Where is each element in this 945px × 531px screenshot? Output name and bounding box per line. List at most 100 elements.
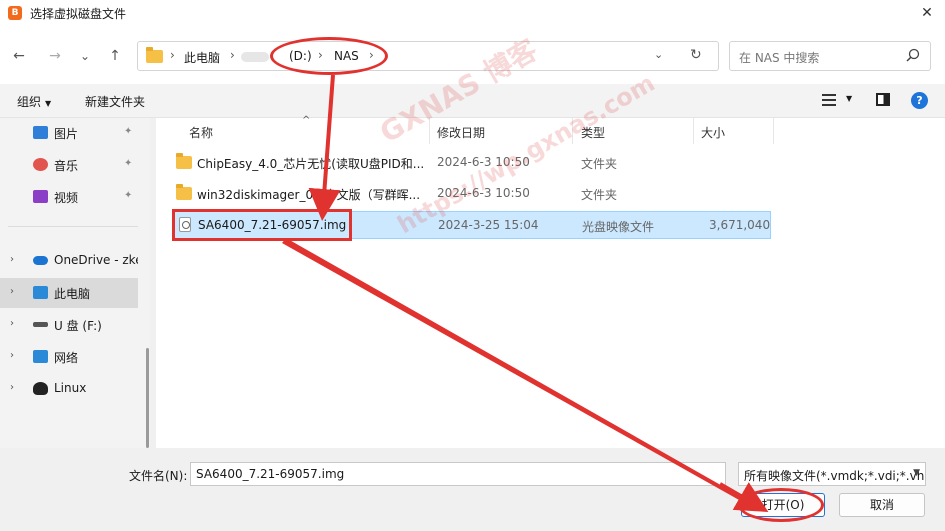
breadcrumb-separator: › <box>318 48 323 62</box>
preview-pane-icon[interactable] <box>876 93 890 106</box>
sidebar-item-label: U 盘 (F:) <box>54 319 102 333</box>
column-header-type[interactable]: 类型 <box>581 124 605 141</box>
videos-icon <box>33 190 48 203</box>
close-button[interactable]: ✕ <box>915 2 939 24</box>
sidebar-item-label: OneDrive - zke <box>54 253 138 267</box>
file-date: 2024-3-25 15:04 <box>438 218 539 232</box>
file-type-filter-select[interactable]: 所有映像文件(*.vmdk;*.vdi;*.vh ▼ <box>738 462 926 486</box>
sidebar-item-this-pc[interactable]: › 此电脑 <box>0 278 138 308</box>
column-header-name[interactable]: 名称 <box>189 124 213 141</box>
cancel-button[interactable]: 取消 <box>839 493 925 517</box>
organize-button[interactable]: 组织 ▼ <box>17 93 51 110</box>
sidebar-item-label: 网络 <box>54 351 79 365</box>
file-list: 名称 ^ 修改日期 类型 大小 ChipEasy_4.0_芯片无忧(读取U盘PI… <box>156 115 945 448</box>
file-type: 文件夹 <box>581 188 618 202</box>
back-button[interactable]: ← <box>8 46 30 66</box>
file-type: 光盘映像文件 <box>582 220 655 234</box>
chevron-right-icon[interactable]: › <box>10 254 14 265</box>
view-options-icon[interactable] <box>822 94 836 106</box>
sidebar-item-music[interactable]: 音乐 ✦ <box>0 150 138 180</box>
address-bar[interactable]: › 此电脑 › (D:) › NAS › ⌄ ↻ <box>137 41 719 71</box>
new-folder-button[interactable]: 新建文件夹 <box>85 93 145 110</box>
command-bar: 组织 ▼ 新建文件夹 ▼ ? <box>0 84 945 118</box>
file-name: SA6400_7.21-69057.img <box>198 218 347 232</box>
this-pc-icon <box>33 286 48 299</box>
footer-bar: 文件名(N): 所有映像文件(*.vmdk;*.vdi;*.vh ▼ 打开(O)… <box>0 448 945 531</box>
file-row[interactable]: win32diskimager_0.9中文版（写群晖... 2024-6-3 1… <box>172 180 771 208</box>
file-type: 文件夹 <box>581 157 618 171</box>
file-date: 2024-6-3 10:50 <box>437 155 530 169</box>
sort-ascending-icon: ^ <box>302 115 311 126</box>
sidebar-item-network[interactable]: › 网络 <box>0 342 138 372</box>
address-dropdown-icon[interactable]: ⌄ <box>654 48 663 61</box>
chevron-down-icon: ▼ <box>913 468 920 478</box>
file-size: 3,671,040... <box>709 218 771 232</box>
disc-image-icon <box>179 217 191 232</box>
file-name: win32diskimager_0.9中文版（写群晖... <box>197 188 421 202</box>
column-divider[interactable] <box>429 118 430 144</box>
breadcrumb-separator: › <box>170 48 175 62</box>
file-row-selected[interactable]: SA6400_7.21-69057.img 2024-3-25 15:04 光盘… <box>172 211 771 239</box>
pin-icon[interactable]: ✦ <box>124 190 132 201</box>
file-date: 2024-6-3 10:50 <box>437 186 530 200</box>
chevron-down-icon: ▼ <box>45 99 52 108</box>
sidebar-item-label: Linux <box>54 381 87 395</box>
folder-icon <box>176 153 192 169</box>
column-divider[interactable] <box>693 118 694 144</box>
redacted-area <box>241 52 269 62</box>
sidebar-item-linux[interactable]: › Linux <box>0 374 138 404</box>
chevron-right-icon[interactable]: › <box>10 350 14 361</box>
folder-icon <box>146 47 163 63</box>
network-icon <box>33 350 48 363</box>
onedrive-icon <box>33 256 48 265</box>
file-row[interactable]: ChipEasy_4.0_芯片无忧(读取U盘PID和... 2024-6-3 1… <box>172 149 771 177</box>
linux-icon <box>33 382 48 395</box>
open-button[interactable]: 打开(O) <box>741 493 825 517</box>
pin-icon[interactable]: ✦ <box>124 126 132 137</box>
forward-button[interactable]: → <box>44 46 66 66</box>
column-divider[interactable] <box>572 118 573 144</box>
filter-value: 所有映像文件(*.vmdk;*.vdi;*.vh <box>744 469 925 483</box>
sidebar-item-videos[interactable]: 视频 ✦ <box>0 182 138 212</box>
up-button[interactable]: ↑ <box>104 46 126 66</box>
breadcrumb-this-pc[interactable]: 此电脑 <box>184 49 220 66</box>
sidebar-scrollbar[interactable] <box>146 348 149 448</box>
title-bar: B 选择虚拟磁盘文件 ✕ <box>0 0 945 26</box>
sidebar-item-label: 音乐 <box>54 159 79 173</box>
chevron-down-icon[interactable]: ▼ <box>846 94 852 103</box>
column-header-size[interactable]: 大小 <box>701 124 725 141</box>
breadcrumb-drive-d[interactable]: (D:) <box>289 49 312 63</box>
column-header-date[interactable]: 修改日期 <box>437 124 485 141</box>
column-divider[interactable] <box>773 118 774 144</box>
refresh-icon[interactable]: ↻ <box>690 47 702 63</box>
recent-locations-button[interactable]: ⌄ <box>74 46 96 66</box>
breadcrumb-separator: › <box>230 48 235 62</box>
sidebar-item-label: 此电脑 <box>54 287 91 301</box>
sidebar-item-usb-drive[interactable]: › U 盘 (F:) <box>0 310 138 340</box>
filename-label: 文件名(N): <box>129 469 188 483</box>
breadcrumb-nas[interactable]: NAS <box>334 49 359 63</box>
usb-drive-icon <box>33 322 48 327</box>
sidebar-item-pictures[interactable]: 图片 ✦ <box>0 118 138 148</box>
window-title: 选择虚拟磁盘文件 <box>30 7 127 21</box>
folder-icon <box>176 184 192 200</box>
search-placeholder: 在 NAS 中搜索 <box>739 51 820 65</box>
sidebar-item-onedrive[interactable]: › OneDrive - zke <box>0 246 138 276</box>
app-icon: B <box>8 6 22 20</box>
pin-icon[interactable]: ✦ <box>124 158 132 169</box>
chevron-right-icon[interactable]: › <box>10 318 14 329</box>
pictures-icon <box>33 126 48 139</box>
sidebar-item-label: 视频 <box>54 191 79 205</box>
sidebar-divider <box>8 226 138 227</box>
breadcrumb-separator: › <box>369 48 374 62</box>
file-name: ChipEasy_4.0_芯片无忧(读取U盘PID和... <box>197 157 425 171</box>
help-icon[interactable]: ? <box>911 92 928 109</box>
search-icon[interactable] <box>906 48 920 62</box>
navigation-bar: ← → ⌄ ↑ › 此电脑 › (D:) › NAS › ⌄ ↻ 在 NAS 中… <box>0 26 945 84</box>
chevron-right-icon[interactable]: › <box>10 286 14 297</box>
filename-input[interactable] <box>190 462 726 486</box>
search-input[interactable]: 在 NAS 中搜索 <box>729 41 931 71</box>
chevron-right-icon[interactable]: › <box>10 382 14 393</box>
navigation-pane: 图片 ✦ 音乐 ✦ 视频 ✦ › OneDrive - zke › 此电脑 › … <box>0 118 150 448</box>
sidebar-item-label: 图片 <box>54 127 79 141</box>
